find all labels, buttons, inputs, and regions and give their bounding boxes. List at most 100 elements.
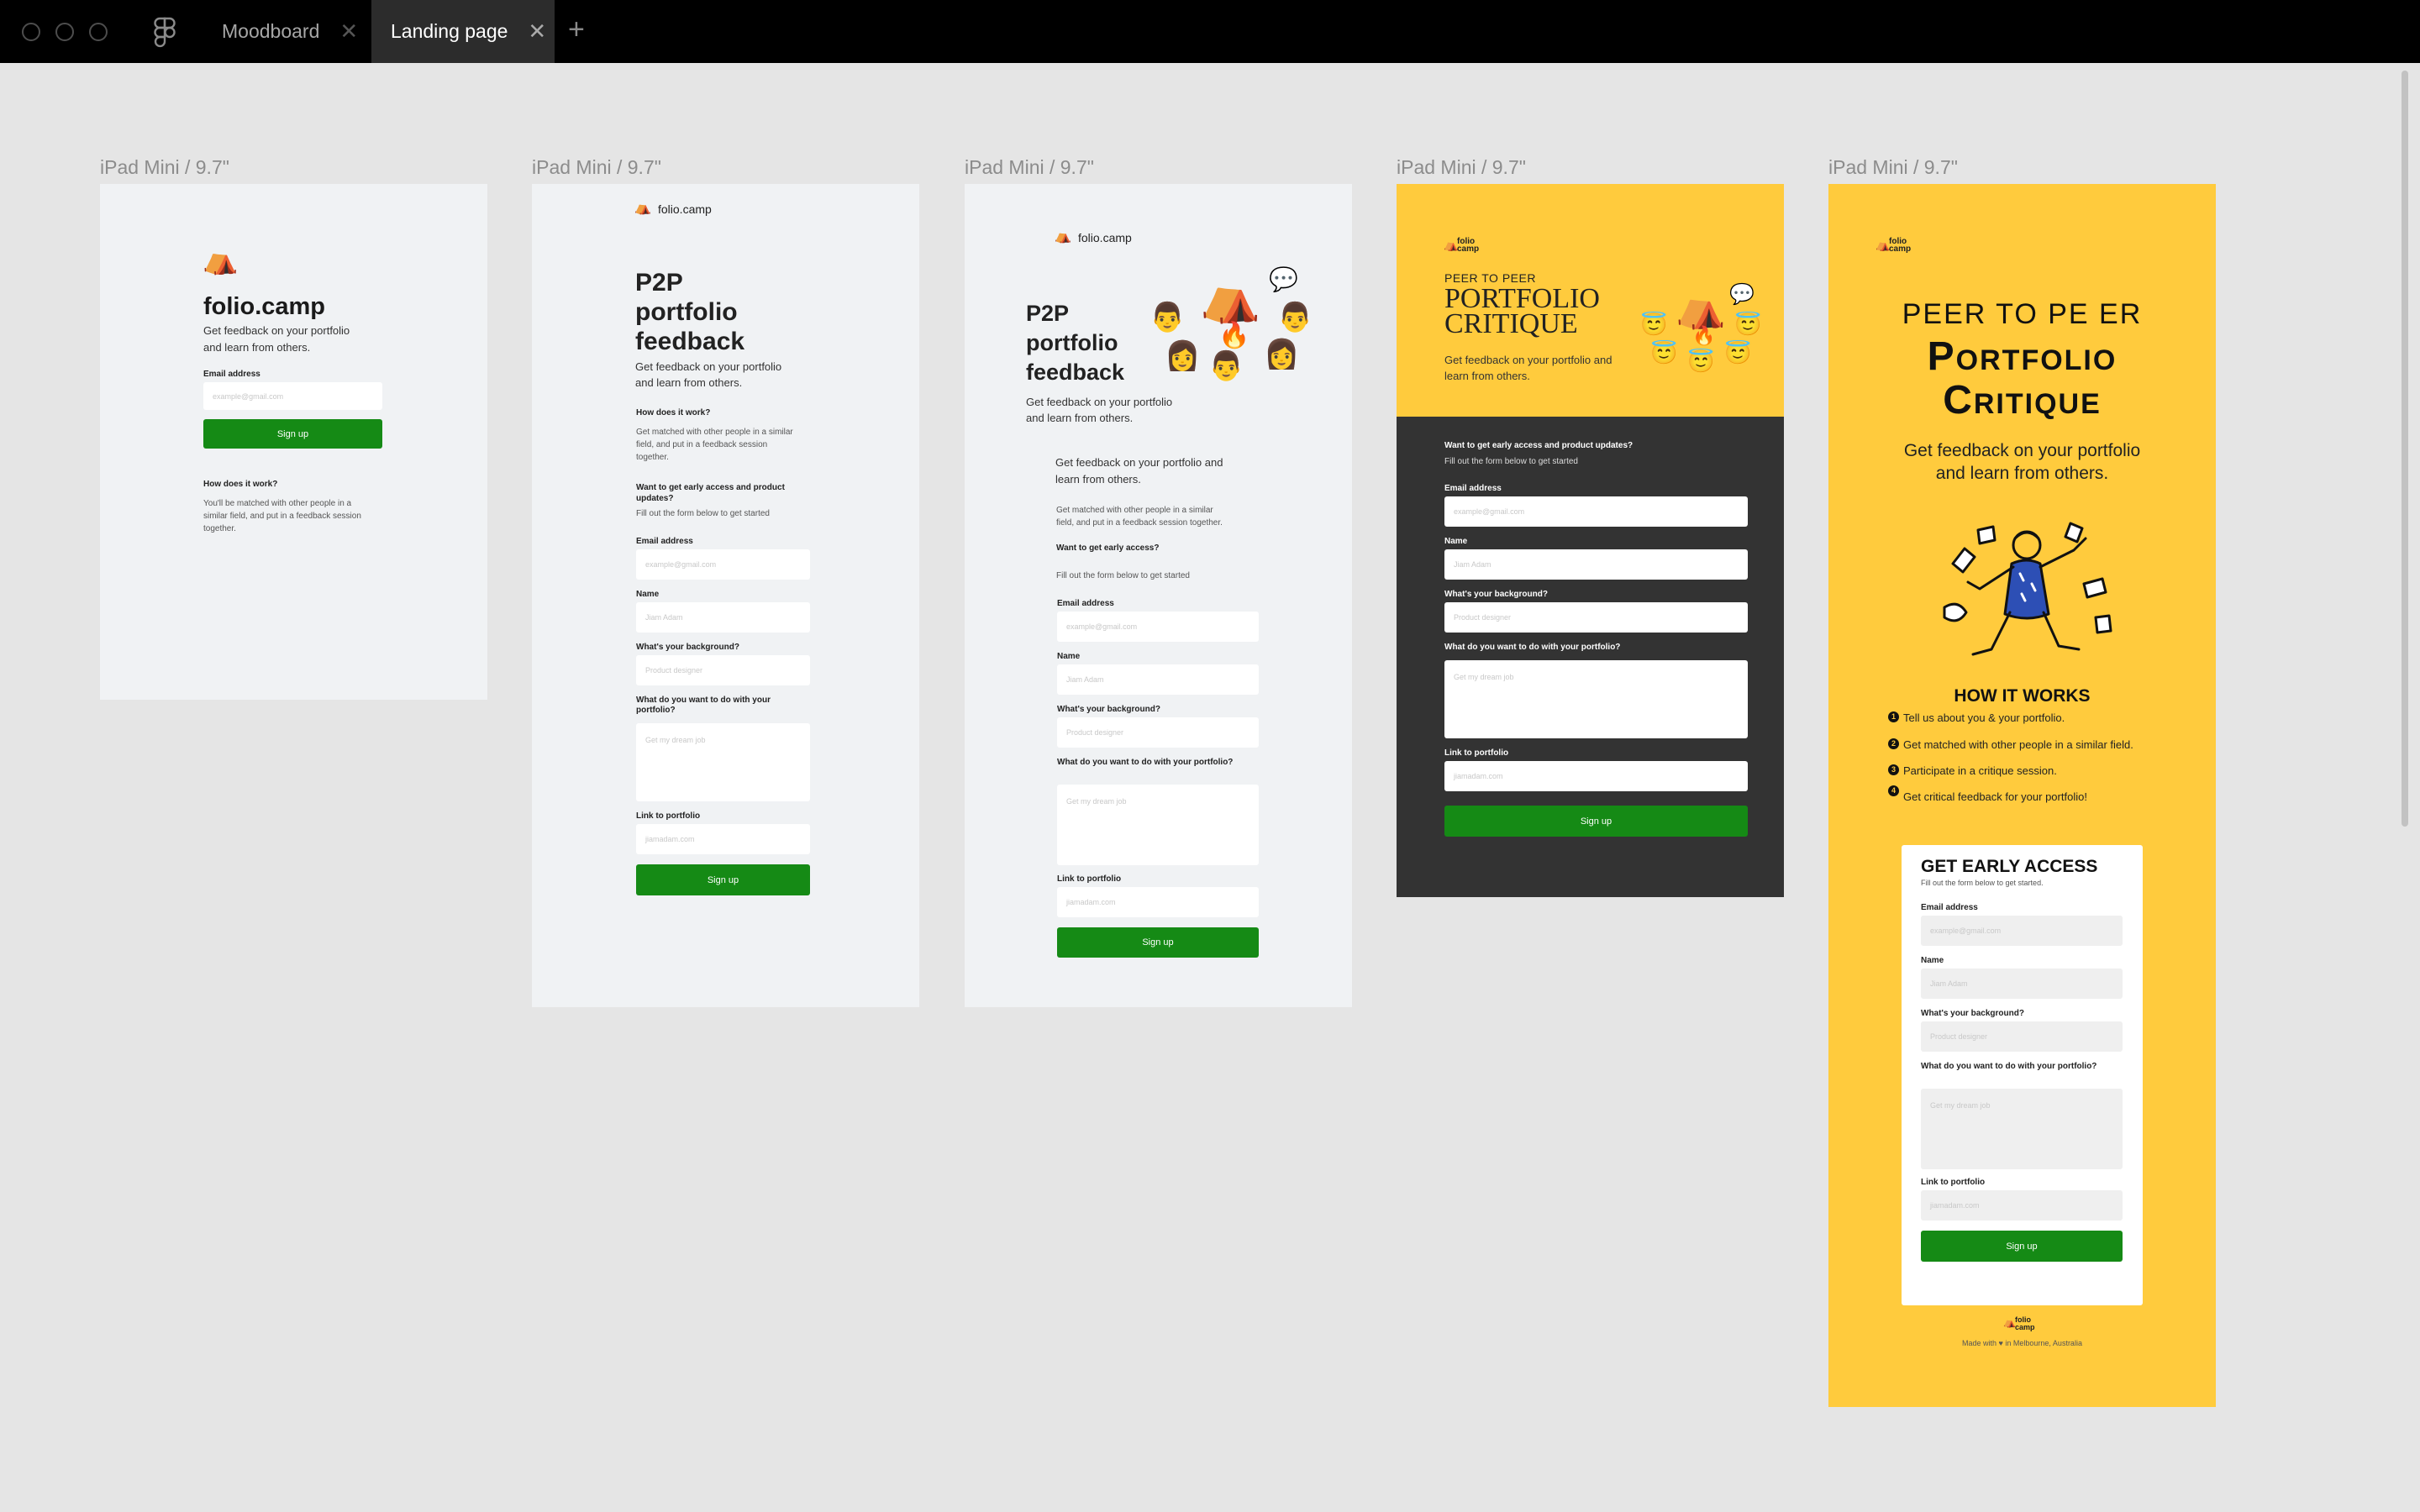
maximize-window-button[interactable] <box>89 23 108 41</box>
tab-moodboard[interactable]: Moodboard ✕ <box>200 0 368 63</box>
name-field[interactable]: Jiam Adam <box>636 602 810 633</box>
tent-icon: ⛺ <box>1444 238 1459 251</box>
name-field[interactable]: Jiam Adam <box>1057 664 1259 695</box>
angel-emoji-icon: 😇 <box>1734 312 1762 337</box>
title-line: P2P <box>1026 301 1070 326</box>
title-line: CRITIQUE <box>1444 308 1578 339</box>
tagline-line: Get feedback on your portfolio <box>1026 396 1173 408</box>
email-field[interactable]: example@gmail.com <box>203 382 382 410</box>
frame-label[interactable]: iPad Mini / 9.7" <box>100 156 229 179</box>
sign-up-button[interactable]: Sign up <box>1057 927 1259 958</box>
step-text: Tell us about you & your portfolio. <box>1903 711 2065 724</box>
background-field[interactable]: Product designer <box>636 655 810 685</box>
portfolio-link-field[interactable]: jiamadam.com <box>1057 887 1259 917</box>
title-line: Portfolio <box>1927 334 2118 379</box>
minimize-window-button[interactable] <box>55 23 74 41</box>
figma-logo-icon[interactable] <box>154 17 176 49</box>
name-label: Name <box>1057 652 1081 661</box>
tagline-line: and learn from others. <box>635 376 743 389</box>
name-label: Name <box>1444 537 1468 546</box>
angel-emoji-icon: 😇 <box>1687 349 1715 374</box>
text-line: together. <box>203 524 236 533</box>
frame-label[interactable]: iPad Mini / 9.7" <box>965 156 1094 179</box>
frame-2[interactable]: ⛺ folio.camp P2P portfolio feedback Get … <box>532 184 919 1007</box>
step-number: 2 <box>1888 738 1899 749</box>
email-field[interactable]: example@gmail.com <box>1057 612 1259 642</box>
fire-icon: 🔥 <box>1218 322 1250 349</box>
background-field[interactable]: Product designer <box>1444 602 1748 633</box>
canvas-scrollbar[interactable] <box>2402 71 2408 827</box>
frame-5[interactable]: ⛺ folio camp PEER TO PE ER Portfolio Cri… <box>1828 184 2216 1407</box>
frame-1[interactable]: ⛺ folio.camp Get feedback on your portfo… <box>100 184 487 700</box>
logo-line: camp <box>1889 244 1912 254</box>
frame-label[interactable]: iPad Mini / 9.7" <box>532 156 661 179</box>
close-window-button[interactable] <box>22 23 40 41</box>
frame-4[interactable]: ⛺ folio camp PEER TO PEER PORTFOLIO CRIT… <box>1397 184 1784 897</box>
portfolio-goal-textarea[interactable]: Get my dream job <box>1057 785 1259 865</box>
intro-line: learn from others. <box>1055 473 1141 486</box>
sign-up-button[interactable]: Sign up <box>203 419 382 449</box>
email-label: Email address <box>1057 599 1114 608</box>
hero-title: P2P portfolio feedback <box>635 268 744 356</box>
hero-title: PORTFOLIO CRITIQUE <box>1444 285 1600 339</box>
sign-up-button[interactable]: Sign up <box>636 864 810 895</box>
portfolio-link-field[interactable]: jiamadam.com <box>1921 1190 2123 1221</box>
portfolio-goal-textarea[interactable]: Get my dream job <box>1444 660 1748 738</box>
email-field[interactable]: example@gmail.com <box>1921 916 2123 946</box>
new-tab-button[interactable]: + <box>568 13 585 46</box>
email-label: Email address <box>1444 484 1502 493</box>
portfolio-link-field[interactable]: jiamadam.com <box>1444 761 1748 791</box>
tagline-line: and learn from others. <box>1935 464 2109 483</box>
emoji-illustration: ⛺ 🔥 💬 👨 👨 👩 👨 👩 <box>1150 268 1343 386</box>
title-bar: Moodboard ✕ Landing page ✕ + <box>0 0 2420 63</box>
footer-logo: folio camp <box>2015 1316 2035 1331</box>
hero-title: P2P portfolio feedback <box>1026 299 1124 387</box>
title-line: portfolio <box>1026 330 1118 355</box>
sign-up-button[interactable]: Sign up <box>1921 1231 2123 1262</box>
name-field[interactable]: Jiam Adam <box>1444 549 1748 580</box>
match-text: Get matched with other people in a simil… <box>1056 504 1223 529</box>
portfolio-link-field[interactable]: jiamadam.com <box>636 824 810 854</box>
early-access-card: GET EARLY ACCESS Fill out the form below… <box>1902 845 2143 1305</box>
frame-label[interactable]: iPad Mini / 9.7" <box>1828 156 1958 179</box>
logo-text: folio camp <box>1889 238 1912 254</box>
tagline-line: and learn from others. <box>1026 412 1134 424</box>
title-line: feedback <box>635 328 745 355</box>
title-line: feedback <box>1026 360 1125 385</box>
name-field[interactable]: Jiam Adam <box>1921 969 2123 999</box>
fire-icon: 🔥 <box>1692 325 1716 346</box>
background-label: What's your background? <box>1921 1009 2024 1018</box>
tagline-line: Get feedback on your portfolio and <box>1444 354 1612 366</box>
footer-text: Made with ♥ in Melbourne, Australia <box>1962 1339 2082 1347</box>
fill-form-text: Fill out the form below to get started <box>1444 457 1578 466</box>
angel-emoji-icon: 😇 <box>1650 340 1678 365</box>
background-field[interactable]: Product designer <box>1057 717 1259 748</box>
background-field[interactable]: Product designer <box>1921 1021 2123 1052</box>
step-number: 4 <box>1888 785 1899 796</box>
tent-icon: ⛺ <box>1055 229 1071 244</box>
tent-icon: ⛺ <box>634 201 651 215</box>
tagline-line: learn from others. <box>1444 370 1530 382</box>
portfolio-goal-textarea[interactable]: Get my dream job <box>636 723 810 801</box>
portfolio-goal-textarea[interactable]: Get my dream job <box>1921 1089 2123 1169</box>
close-tab-icon[interactable]: ✕ <box>528 18 546 45</box>
text-line: You'll be matched with other people in a <box>203 499 352 508</box>
hero-section: ⛺ folio camp PEER TO PEER PORTFOLIO CRIT… <box>1397 184 1784 417</box>
early-access-heading: Want to get early access and product upd… <box>636 482 785 504</box>
close-tab-icon[interactable]: ✕ <box>339 18 358 45</box>
background-label: What's your background? <box>1444 590 1548 599</box>
logo-text: folio.camp <box>658 202 712 216</box>
tab-landing-page[interactable]: Landing page ✕ <box>371 0 555 63</box>
portfolio-goal-label: What do you want to do with your portfol… <box>1057 758 1234 767</box>
frame-3[interactable]: ⛺ folio.camp P2P portfolio feedback Get … <box>965 184 1352 1007</box>
woman-emoji-icon: 👩 <box>1264 339 1300 370</box>
name-label: Name <box>636 590 660 599</box>
frame-label[interactable]: iPad Mini / 9.7" <box>1397 156 1526 179</box>
sign-up-button[interactable]: Sign up <box>1444 806 1748 837</box>
email-field[interactable]: example@gmail.com <box>1444 496 1748 527</box>
email-field[interactable]: example@gmail.com <box>636 549 810 580</box>
text-line: together. <box>636 453 669 462</box>
step-text: Participate in a critique session. <box>1903 764 2057 777</box>
early-access-title: GET EARLY ACCESS <box>1921 857 2098 876</box>
text-line: similar field, and put in a feedback ses… <box>203 512 361 521</box>
